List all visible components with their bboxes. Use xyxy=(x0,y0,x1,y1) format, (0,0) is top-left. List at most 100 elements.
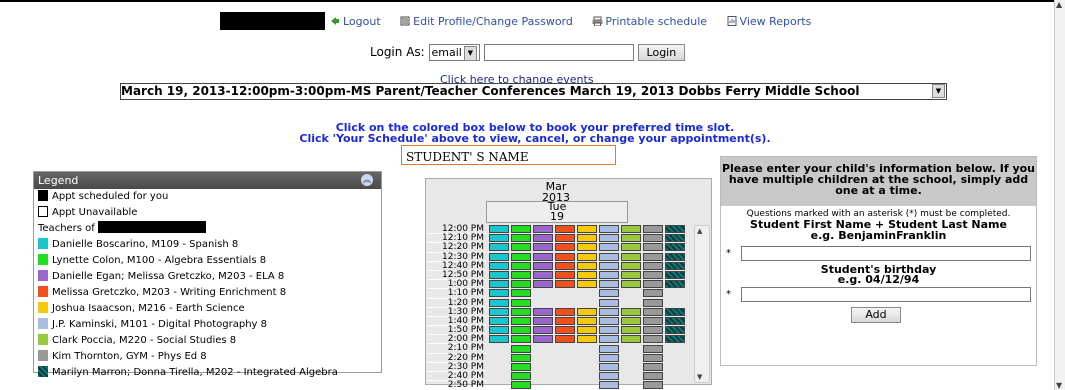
time-slot[interactable] xyxy=(599,335,619,344)
time-slot[interactable] xyxy=(643,261,663,270)
time-slot[interactable] xyxy=(665,317,685,325)
time-slot[interactable] xyxy=(599,271,619,279)
time-slot[interactable] xyxy=(599,298,619,307)
scroll-up-icon[interactable]: ▲ xyxy=(1056,0,1062,9)
edit-profile-link[interactable]: Edit Profile/Change Password xyxy=(400,15,581,28)
time-slot[interactable] xyxy=(555,243,575,252)
time-slot[interactable] xyxy=(555,335,575,344)
time-slot[interactable] xyxy=(577,317,597,325)
time-slot[interactable] xyxy=(511,344,531,353)
time-slot[interactable] xyxy=(533,326,553,335)
time-slot[interactable] xyxy=(665,271,685,279)
time-slot[interactable] xyxy=(511,280,531,289)
time-slot[interactable] xyxy=(665,234,685,243)
time-slot[interactable] xyxy=(533,225,553,233)
time-slot[interactable] xyxy=(555,317,575,325)
time-slot[interactable] xyxy=(577,243,597,252)
time-slot[interactable] xyxy=(599,344,619,353)
time-slot[interactable] xyxy=(511,271,531,279)
time-slot[interactable] xyxy=(665,280,685,289)
time-slot[interactable] xyxy=(621,326,641,335)
time-slot[interactable] xyxy=(621,280,641,289)
time-slot[interactable] xyxy=(643,225,663,233)
time-slot[interactable] xyxy=(533,335,553,344)
time-slot[interactable] xyxy=(489,335,509,344)
time-slot[interactable] xyxy=(489,225,509,233)
time-slot[interactable] xyxy=(489,261,509,270)
time-slot[interactable] xyxy=(511,317,531,325)
time-slot[interactable] xyxy=(621,307,641,316)
time-slot[interactable] xyxy=(599,225,619,233)
time-slot[interactable] xyxy=(511,335,531,344)
chevron-down-icon[interactable]: ▼ xyxy=(463,45,477,61)
time-slot[interactable] xyxy=(643,381,663,390)
time-slot[interactable] xyxy=(577,326,597,335)
time-slot[interactable] xyxy=(533,234,553,243)
birthday-input[interactable] xyxy=(741,287,1031,302)
time-slot[interactable] xyxy=(511,353,531,362)
time-slot[interactable] xyxy=(621,225,641,233)
time-slot[interactable] xyxy=(599,381,619,390)
time-slot[interactable] xyxy=(511,225,531,233)
view-reports-link[interactable]: View Reports xyxy=(727,15,820,28)
printable-schedule-link[interactable]: Printable schedule xyxy=(592,15,715,28)
time-slot[interactable] xyxy=(643,372,663,381)
login-button[interactable]: Login xyxy=(637,44,686,61)
time-slot[interactable] xyxy=(599,252,619,261)
time-slot[interactable] xyxy=(533,261,553,270)
time-slot[interactable] xyxy=(533,280,553,289)
page-scrollbar[interactable]: ▲ ▼ xyxy=(1054,0,1065,390)
time-slot[interactable] xyxy=(533,317,553,325)
time-slot[interactable] xyxy=(511,298,531,307)
time-slot[interactable] xyxy=(599,317,619,325)
time-slot[interactable] xyxy=(511,234,531,243)
time-slot[interactable] xyxy=(489,234,509,243)
time-slot[interactable] xyxy=(599,326,619,335)
time-slot[interactable] xyxy=(599,261,619,270)
time-slot[interactable] xyxy=(643,335,663,344)
time-slot[interactable] xyxy=(621,271,641,279)
time-slot[interactable] xyxy=(621,317,641,325)
time-slot[interactable] xyxy=(643,344,663,353)
time-slot[interactable] xyxy=(489,271,509,279)
time-slot[interactable] xyxy=(555,307,575,316)
time-slot[interactable] xyxy=(599,307,619,316)
time-slot[interactable] xyxy=(511,326,531,335)
time-slot[interactable] xyxy=(533,252,553,261)
time-slot[interactable] xyxy=(555,280,575,289)
add-student-button[interactable]: Add xyxy=(851,307,901,323)
time-slot[interactable] xyxy=(577,261,597,270)
time-slot[interactable] xyxy=(555,261,575,270)
time-slot[interactable] xyxy=(533,271,553,279)
time-slot[interactable] xyxy=(621,243,641,252)
time-slot[interactable] xyxy=(533,307,553,316)
time-slot[interactable] xyxy=(621,335,641,344)
time-slot[interactable] xyxy=(511,261,531,270)
calendar-scrollbar[interactable]: ▲ ▼ xyxy=(694,225,710,383)
time-slot[interactable] xyxy=(555,271,575,279)
time-slot[interactable] xyxy=(643,307,663,316)
time-slot[interactable] xyxy=(599,363,619,371)
login-type-select[interactable]: email ▼ xyxy=(428,44,480,61)
time-slot[interactable] xyxy=(577,252,597,261)
time-slot[interactable] xyxy=(555,234,575,243)
time-slot[interactable] xyxy=(643,243,663,252)
time-slot[interactable] xyxy=(577,335,597,344)
time-slot[interactable] xyxy=(489,252,509,261)
time-slot[interactable] xyxy=(511,243,531,252)
scroll-down-icon[interactable]: ▼ xyxy=(1056,381,1062,390)
time-slot[interactable] xyxy=(599,243,619,252)
time-slot[interactable] xyxy=(599,372,619,381)
scroll-down-icon[interactable]: ▼ xyxy=(697,373,702,381)
time-slot[interactable] xyxy=(665,243,685,252)
chevron-down-icon[interactable]: ▼ xyxy=(932,84,945,98)
time-slot[interactable] xyxy=(665,225,685,233)
time-slot[interactable] xyxy=(643,353,663,362)
time-slot[interactable] xyxy=(555,252,575,261)
student-name-input[interactable] xyxy=(741,246,1031,261)
time-slot[interactable] xyxy=(621,252,641,261)
collapse-icon[interactable]: ︽ xyxy=(361,174,373,186)
time-slot[interactable] xyxy=(489,326,509,335)
time-slot[interactable] xyxy=(489,307,509,316)
time-slot[interactable] xyxy=(643,326,663,335)
